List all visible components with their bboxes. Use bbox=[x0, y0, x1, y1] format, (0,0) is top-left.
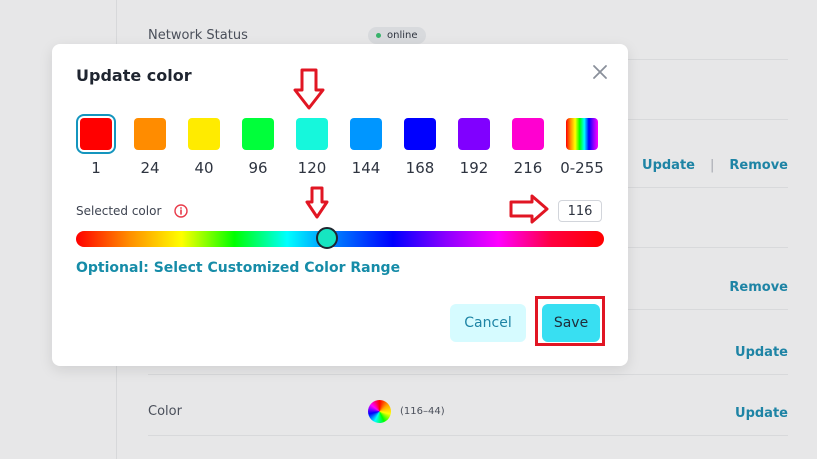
color-swatch-item[interactable]: 96 bbox=[236, 118, 280, 184]
row-actions: Update | Remove bbox=[642, 158, 788, 173]
color-swatch[interactable] bbox=[404, 118, 436, 150]
selected-value-field[interactable]: 116 bbox=[558, 200, 602, 222]
selected-color-label: Selected color bbox=[76, 204, 162, 218]
close-icon bbox=[593, 65, 607, 79]
color-swatch-item[interactable]: 168 bbox=[398, 118, 442, 184]
color-swatch-item[interactable]: 1 bbox=[74, 118, 118, 184]
color-swatch[interactable] bbox=[458, 118, 490, 150]
color-swatch-item[interactable]: 40 bbox=[182, 118, 226, 184]
color-swatch-item[interactable]: 0-255 bbox=[560, 118, 604, 184]
color-swatch-item[interactable]: 120 bbox=[290, 118, 334, 184]
slider-handle[interactable] bbox=[316, 227, 338, 249]
update-color-link[interactable]: Update bbox=[735, 406, 788, 421]
save-button[interactable]: Save bbox=[542, 304, 600, 342]
modal-title: Update color bbox=[76, 66, 192, 85]
red-arrow-icon bbox=[305, 186, 329, 219]
update-link-row[interactable]: Update bbox=[735, 345, 788, 360]
color-range-text: (116–44) bbox=[400, 406, 445, 417]
network-status-label: Network Status bbox=[148, 28, 248, 43]
red-arrow-icon bbox=[509, 194, 549, 224]
color-row: Color (116–44) Update bbox=[148, 376, 788, 436]
color-swatch-item[interactable]: 216 bbox=[506, 118, 550, 184]
color-swatch[interactable] bbox=[188, 118, 220, 150]
color-swatch[interactable] bbox=[566, 118, 598, 150]
color-swatch[interactable] bbox=[80, 118, 112, 150]
color-swatch-item[interactable]: 24 bbox=[128, 118, 172, 184]
hue-slider[interactable] bbox=[76, 227, 604, 249]
color-label: Color bbox=[148, 404, 182, 419]
red-arrow-icon bbox=[293, 68, 325, 110]
action-separator: | bbox=[710, 158, 715, 173]
custom-range-link[interactable]: Optional: Select Customized Color Range bbox=[76, 260, 400, 276]
color-swatch-label: 0-255 bbox=[560, 159, 604, 177]
update-link[interactable]: Update bbox=[642, 158, 695, 173]
color-swatch-item[interactable]: 144 bbox=[344, 118, 388, 184]
color-swatch[interactable] bbox=[242, 118, 274, 150]
close-button[interactable] bbox=[590, 62, 610, 82]
update-color-modal: Update color 1 24 40 96 120 144 168 192 216 0-255… bbox=[52, 44, 628, 366]
cancel-button[interactable]: Cancel bbox=[450, 304, 526, 342]
status-badge: online bbox=[368, 27, 426, 44]
online-status-dot bbox=[376, 32, 381, 38]
color-wheel-icon bbox=[368, 400, 391, 423]
remove-link[interactable]: Remove bbox=[729, 158, 788, 173]
color-swatch[interactable] bbox=[350, 118, 382, 150]
background-page: Network Status online Update | Remove Remo… bbox=[0, 0, 817, 459]
color-swatch-item[interactable]: 192 bbox=[452, 118, 496, 184]
color-swatch[interactable] bbox=[512, 118, 544, 150]
status-text: online bbox=[387, 30, 418, 41]
color-swatch[interactable] bbox=[134, 118, 166, 150]
color-swatch[interactable] bbox=[296, 118, 328, 150]
remove-link-row[interactable]: Remove bbox=[729, 280, 788, 295]
info-icon[interactable] bbox=[174, 203, 188, 218]
